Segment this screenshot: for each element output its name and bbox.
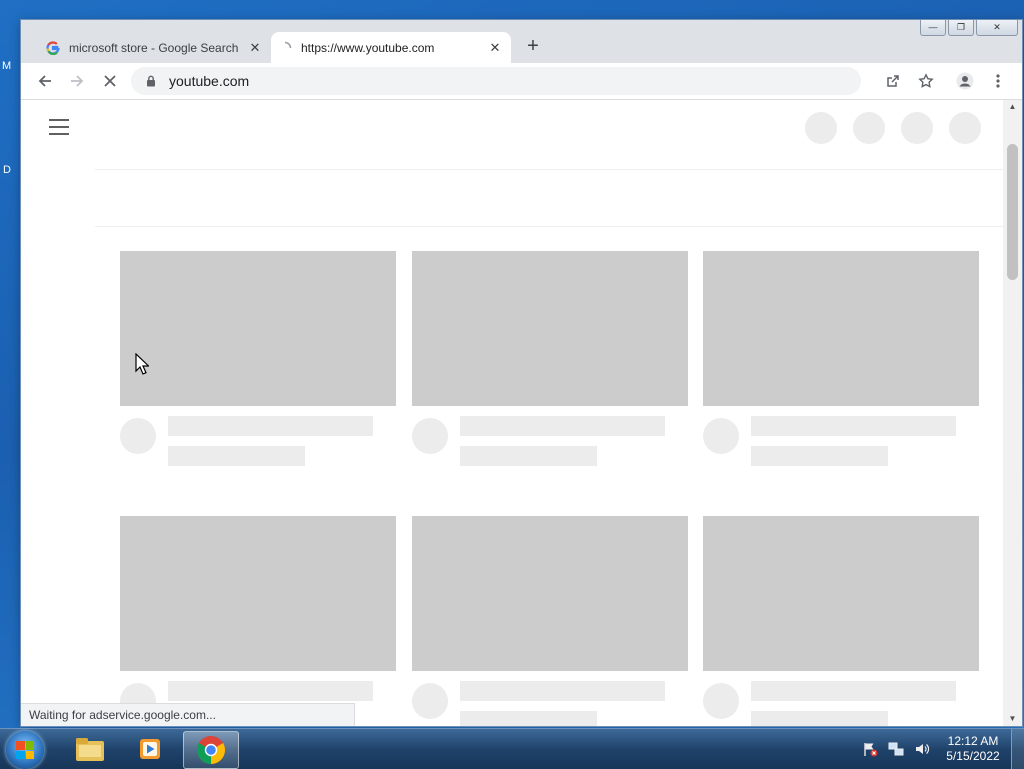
title-line-placeholder: [751, 681, 956, 701]
menu-button[interactable]: [986, 69, 1010, 93]
share-icon: [887, 75, 899, 87]
media-player-icon[interactable]: [123, 731, 177, 767]
bookmark-button[interactable]: [914, 69, 938, 93]
arrow-left-icon: [38, 75, 51, 87]
clock-date: 5/15/2022: [946, 749, 1000, 763]
tab-strip: microsoft store - Google Search ✕ https:…: [21, 20, 1022, 63]
close-tab-icon[interactable]: ✕: [485, 40, 505, 56]
video-thumbnail-placeholder[interactable]: [120, 516, 396, 671]
minimize-button[interactable]: —: [920, 20, 946, 36]
tab-google-search[interactable]: microsoft store - Google Search ✕: [39, 32, 271, 63]
channel-avatar-placeholder: [703, 683, 739, 719]
desktop-letter-d: D: [3, 164, 11, 176]
video-thumbnail-placeholder[interactable]: [703, 516, 979, 671]
google-g-icon: [45, 40, 61, 56]
address-bar[interactable]: youtube.com: [131, 67, 861, 95]
loading-spinner-icon: [277, 40, 293, 56]
network-icon[interactable]: [887, 740, 905, 758]
clock-time: 12:12 AM: [947, 734, 999, 748]
url-text: youtube.com: [169, 73, 250, 89]
profile-button[interactable]: [953, 69, 977, 93]
taskbar-clock[interactable]: 12:12 AM 5/15/2022: [939, 734, 1007, 764]
page-scrollbar[interactable]: ▲ ▼: [1003, 100, 1022, 726]
video-thumbnail-placeholder[interactable]: [703, 251, 979, 406]
chrome-icon[interactable]: [183, 731, 239, 769]
video-thumbnail-placeholder[interactable]: [412, 251, 688, 406]
title-line-placeholder: [460, 416, 665, 436]
video-thumbnail-placeholder[interactable]: [120, 251, 396, 406]
meta-line-placeholder: [460, 446, 597, 466]
youtube-header: [21, 100, 1003, 156]
avatar-icon: [956, 72, 974, 90]
browser-window: microsoft store - Google Search ✕ https:…: [21, 20, 1022, 726]
system-tray: 12:12 AM 5/15/2022: [861, 729, 1024, 769]
start-button[interactable]: [6, 731, 44, 769]
stop-loading-button[interactable]: [98, 69, 122, 93]
action-center-flag-icon[interactable]: [861, 740, 879, 758]
channel-avatar-placeholder: [412, 418, 448, 454]
browser-toolbar: youtube.com: [21, 63, 1022, 100]
scroll-down-icon[interactable]: ▼: [1003, 712, 1022, 726]
meta-line-placeholder: [751, 446, 888, 466]
channel-avatar-placeholder: [120, 418, 156, 454]
meta-line-placeholder: [168, 446, 305, 466]
tab-title: microsoft store - Google Search: [69, 40, 239, 55]
taskbar: 12:12 AM 5/15/2022: [0, 728, 1024, 769]
youtube-page: [21, 100, 1003, 726]
status-bubble: Waiting for adservice.google.com...: [21, 703, 355, 726]
restore-button[interactable]: ❐: [948, 20, 974, 36]
header-placeholder-circle: [805, 112, 837, 144]
desktop-letter-m: M: [2, 60, 12, 72]
hamburger-menu-icon[interactable]: [49, 119, 69, 135]
channel-avatar-placeholder: [412, 683, 448, 719]
scroll-up-icon[interactable]: ▲: [1003, 100, 1022, 114]
title-line-placeholder: [460, 681, 665, 701]
tab-title: https://www.youtube.com: [301, 40, 435, 55]
tab-youtube[interactable]: https://www.youtube.com ✕: [271, 32, 511, 63]
mouse-pointer-icon: [135, 352, 150, 380]
windows-logo-icon: [16, 741, 34, 759]
video-thumbnail-placeholder[interactable]: [412, 516, 688, 671]
header-placeholder-circle: [853, 112, 885, 144]
header-placeholder-circle: [949, 112, 981, 144]
chips-bar-placeholder: [95, 169, 1003, 227]
lock-icon: [143, 75, 159, 87]
scrollbar-thumb[interactable]: [1007, 144, 1018, 280]
back-button[interactable]: [33, 69, 57, 93]
more-vert-icon: [996, 74, 1000, 88]
header-placeholder-circle: [901, 112, 933, 144]
window-controls: — ❐ ✕: [918, 20, 1018, 36]
share-button[interactable]: [881, 69, 905, 93]
new-tab-button[interactable]: +: [521, 35, 545, 59]
title-line-placeholder: [168, 681, 373, 701]
volume-icon[interactable]: [913, 740, 931, 758]
close-window-button[interactable]: ✕: [976, 20, 1018, 36]
title-line-placeholder: [168, 416, 373, 436]
meta-line-placeholder: [751, 711, 888, 726]
meta-line-placeholder: [460, 711, 597, 726]
close-icon: [104, 75, 116, 87]
title-line-placeholder: [751, 416, 956, 436]
star-icon: [918, 73, 934, 88]
header-placeholders: [789, 112, 981, 144]
windows-explorer-icon[interactable]: [63, 731, 117, 767]
arrow-right-icon: [71, 75, 84, 87]
show-desktop-button[interactable]: [1011, 729, 1024, 769]
channel-avatar-placeholder: [703, 418, 739, 454]
forward-button[interactable]: [65, 69, 89, 93]
close-tab-icon[interactable]: ✕: [245, 40, 265, 56]
